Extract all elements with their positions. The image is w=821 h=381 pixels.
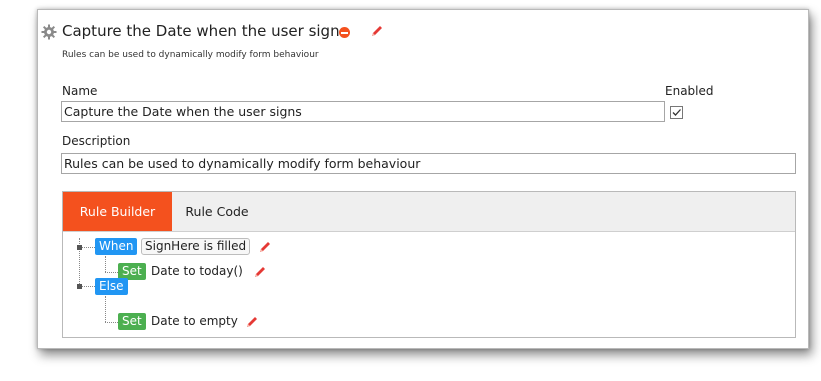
description-label: Description [62, 134, 131, 148]
enabled-checkbox[interactable] [670, 106, 683, 119]
pencil-icon[interactable] [370, 24, 384, 38]
rule-title: Capture the Date when the user signs [62, 22, 348, 40]
pencil-icon[interactable] [258, 240, 272, 254]
when-badge[interactable]: When [95, 238, 138, 255]
rule-builder: Rule Builder Rule Code When SignHere is … [62, 191, 796, 338]
gear-icon[interactable] [41, 24, 57, 40]
description-input[interactable]: Rules can be used to dynamically modify … [61, 153, 796, 174]
condition-chip[interactable]: SignHere is filled [141, 238, 251, 255]
rule-panel: Capture the Date when the user signs Rul… [37, 9, 809, 349]
tree-line [105, 296, 106, 322]
remove-icon[interactable] [339, 27, 350, 38]
tree-node-icon[interactable] [77, 245, 82, 250]
tree-line [105, 256, 106, 272]
action-text[interactable]: Date to today() [151, 263, 243, 280]
tab-rule-code[interactable]: Rule Code [172, 192, 262, 231]
tree-node-icon[interactable] [77, 284, 82, 289]
checkmark-icon [672, 109, 681, 116]
else-badge[interactable]: Else [95, 278, 128, 295]
pencil-icon[interactable] [253, 265, 267, 279]
name-label: Name [62, 84, 98, 98]
tree-line [105, 322, 118, 323]
enabled-label: Enabled [665, 84, 714, 98]
pencil-icon[interactable] [245, 315, 259, 329]
rule-subtitle: Rules can be used to dynamically modify … [62, 50, 319, 60]
name-input[interactable]: Capture the Date when the user signs [61, 101, 665, 122]
rule-tree: When SignHere is filled Set Date to toda… [63, 232, 795, 337]
set-badge[interactable]: Set [118, 313, 146, 330]
tab-bar: Rule Builder Rule Code [63, 192, 795, 232]
tree-line [105, 272, 118, 273]
action-text[interactable]: Date to empty [151, 313, 238, 330]
tab-rule-builder[interactable]: Rule Builder [63, 192, 172, 231]
